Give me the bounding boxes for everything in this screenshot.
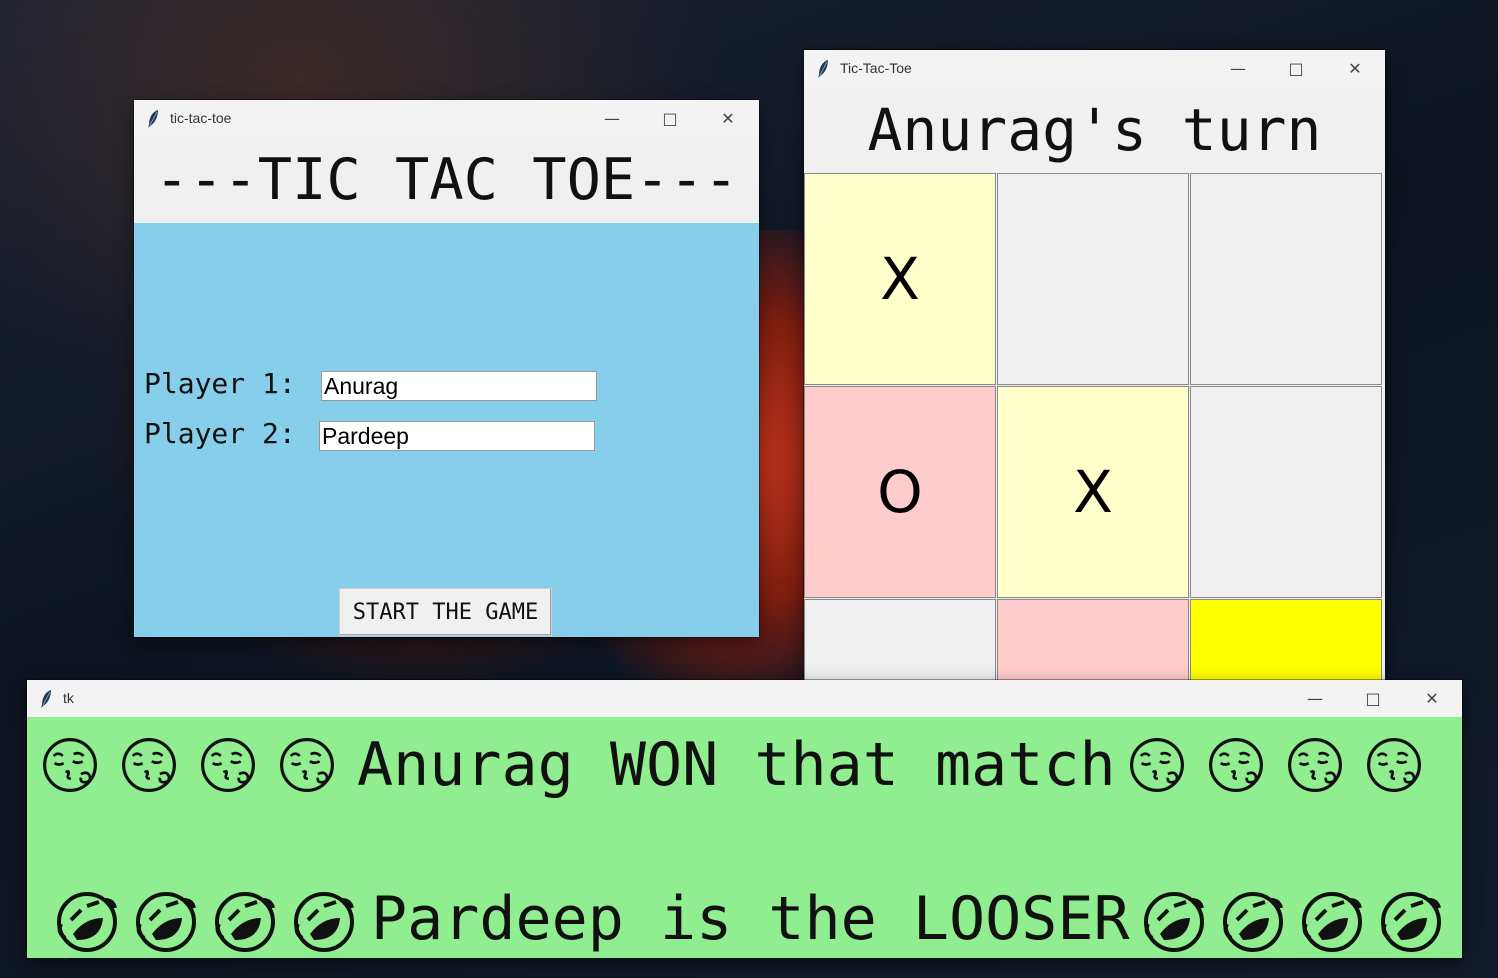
- turn-indicator: Anurag's turn: [867, 96, 1322, 164]
- player1-label: Player 1:: [144, 367, 296, 400]
- maximize-icon[interactable]: □: [641, 100, 699, 137]
- result-window: tk — □ ✕ Anurag WON that match Pardeep i…: [27, 680, 1462, 958]
- rolling-laughing-face-icon: [55, 890, 119, 954]
- kissing-face-icon: [278, 736, 342, 800]
- maximize-icon[interactable]: □: [1267, 50, 1325, 87]
- loser-line: Pardeep is the LOOSER: [55, 884, 1458, 954]
- loser-text: Pardeep is the LOOSER: [371, 884, 1130, 955]
- start-game-button[interactable]: START THE GAME: [339, 588, 552, 636]
- board-cell-2[interactable]: [997, 173, 1189, 385]
- rolling-laughing-face-icon: [292, 890, 356, 954]
- kissing-face-icon: [1365, 736, 1429, 800]
- kissing-face-icon: [1286, 736, 1350, 800]
- kissing-face-icon: [1207, 736, 1271, 800]
- board-cell-3[interactable]: [1190, 173, 1382, 385]
- title-bar[interactable]: tk — □ ✕: [27, 680, 1462, 717]
- kissing-face-icon: [1128, 736, 1192, 800]
- game-banner: ---TIC TAC TOE---: [134, 137, 759, 223]
- minimize-icon[interactable]: —: [1286, 680, 1344, 717]
- window-title: tk: [63, 690, 74, 706]
- board-cell-4[interactable]: O: [804, 386, 996, 598]
- player2-label: Player 2:: [144, 417, 296, 450]
- minimize-icon[interactable]: —: [1209, 50, 1267, 87]
- kissing-face-icon: [120, 736, 184, 800]
- title-bar[interactable]: tic-tac-toe — □ ✕: [134, 100, 759, 137]
- window-title: Tic-Tac-Toe: [840, 60, 912, 76]
- kissing-face-icon: [199, 736, 263, 800]
- feather-icon: [148, 110, 158, 128]
- rolling-laughing-face-icon: [1300, 890, 1364, 954]
- board-cell-1[interactable]: X: [804, 173, 996, 385]
- rolling-laughing-face-icon: [134, 890, 198, 954]
- rolling-laughing-face-icon: [1221, 890, 1285, 954]
- player1-input[interactable]: [321, 371, 597, 401]
- player2-input[interactable]: [319, 421, 595, 451]
- board-cell-6[interactable]: [1190, 386, 1382, 598]
- maximize-icon[interactable]: □: [1344, 680, 1402, 717]
- rolling-laughing-face-icon: [1142, 890, 1206, 954]
- rolling-laughing-face-icon: [213, 890, 277, 954]
- board-cell-5[interactable]: X: [997, 386, 1189, 598]
- setup-window: tic-tac-toe — □ ✕ ---TIC TAC TOE--- Play…: [134, 100, 759, 637]
- minimize-icon[interactable]: —: [583, 100, 641, 137]
- rolling-laughing-face-icon: [1379, 890, 1443, 954]
- board-window: Tic-Tac-Toe — □ ✕ Anurag's turn XOX: [804, 50, 1385, 811]
- winner-text: Anurag WON that match: [357, 730, 1116, 801]
- close-icon[interactable]: ✕: [1403, 680, 1461, 717]
- player-form: Player 1: Player 2: START THE GAME: [134, 223, 759, 637]
- result-panel: Anurag WON that match Pardeep is the LOO…: [27, 717, 1462, 958]
- close-icon[interactable]: ✕: [699, 100, 757, 137]
- title-bar[interactable]: Tic-Tac-Toe — □ ✕: [804, 50, 1385, 87]
- close-icon[interactable]: ✕: [1326, 50, 1384, 87]
- feather-icon: [41, 690, 51, 708]
- kissing-face-icon: [41, 736, 105, 800]
- feather-icon: [818, 60, 828, 78]
- winner-line: Anurag WON that match: [41, 730, 1444, 800]
- window-title: tic-tac-toe: [170, 110, 232, 126]
